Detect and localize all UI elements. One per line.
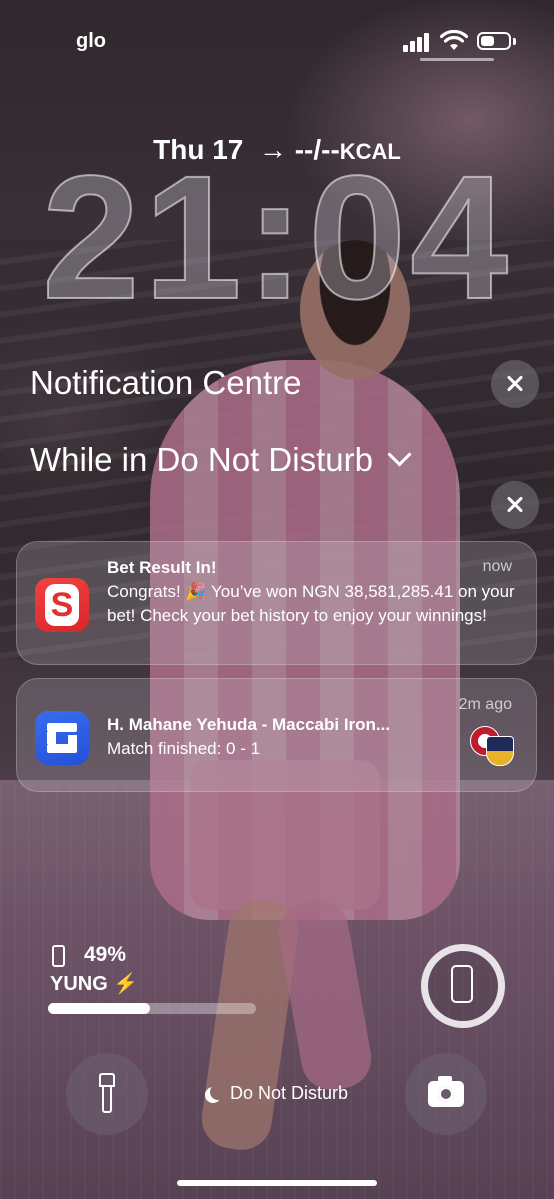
team-crest-icon	[486, 736, 514, 766]
status-bar: glo	[0, 24, 554, 60]
clear-group-button[interactable]	[491, 481, 539, 529]
notification-body: Match finished: 0 - 1	[107, 739, 261, 758]
control-centre-grabber[interactable]	[420, 58, 494, 61]
notification-card-bet-result[interactable]: Bet Result In! now Congrats! 🎉 You’ve wo…	[16, 541, 537, 665]
lock-screen-clock[interactable]: 21:04	[0, 149, 554, 327]
carrier-name: glo	[76, 30, 106, 52]
notification-title: H. Mahane Yehuda - Maccabi Iron...	[107, 715, 391, 734]
home-indicator[interactable]	[177, 1180, 377, 1186]
notification-body: Congrats! 🎉 You’ve won NGN 38,581,285.41…	[107, 582, 515, 625]
battery-icon	[477, 32, 511, 50]
cellular-signal-icon	[403, 32, 433, 52]
notification-title: Bet Result In!	[107, 558, 217, 577]
battery-percent: 49%	[84, 943, 127, 966]
notification-card-match-result[interactable]: H. Mahane Yehuda - Maccabi Iron... 2m ag…	[16, 678, 537, 792]
team-crests	[470, 726, 516, 766]
dnd-group-title: While in Do Not Disturb	[30, 441, 373, 478]
notification-time: now	[482, 558, 512, 575]
sportybet-app-icon	[35, 578, 89, 632]
camera-button[interactable]	[405, 1053, 487, 1135]
wifi-icon	[440, 30, 468, 50]
phone-icon	[451, 965, 473, 1003]
device-name-text: YUNG	[50, 973, 108, 995]
camera-icon	[428, 1076, 464, 1107]
score-logo-icon	[47, 723, 77, 753]
battery-fill	[481, 36, 494, 46]
chevron-down-icon	[387, 442, 412, 467]
battery-level-fill	[48, 1003, 150, 1014]
notification-time: 2m ago	[458, 696, 512, 713]
moon-icon	[210, 1084, 226, 1100]
battery-tip	[513, 38, 516, 45]
notification-centre-title: Notification Centre	[30, 364, 302, 401]
clear-all-button[interactable]	[491, 360, 539, 408]
device-name: YUNG ⚡	[50, 971, 138, 996]
dnd-group-header[interactable]: While in Do Not Disturb	[30, 441, 412, 479]
battery-level-bar	[48, 1003, 256, 1014]
focus-label: Do Not Disturb	[229, 1083, 349, 1103]
s-logo-icon	[45, 584, 79, 626]
charging-bolt-icon: ⚡	[113, 973, 139, 995]
sofascore-app-icon	[35, 711, 89, 765]
phone-icon	[52, 945, 65, 967]
